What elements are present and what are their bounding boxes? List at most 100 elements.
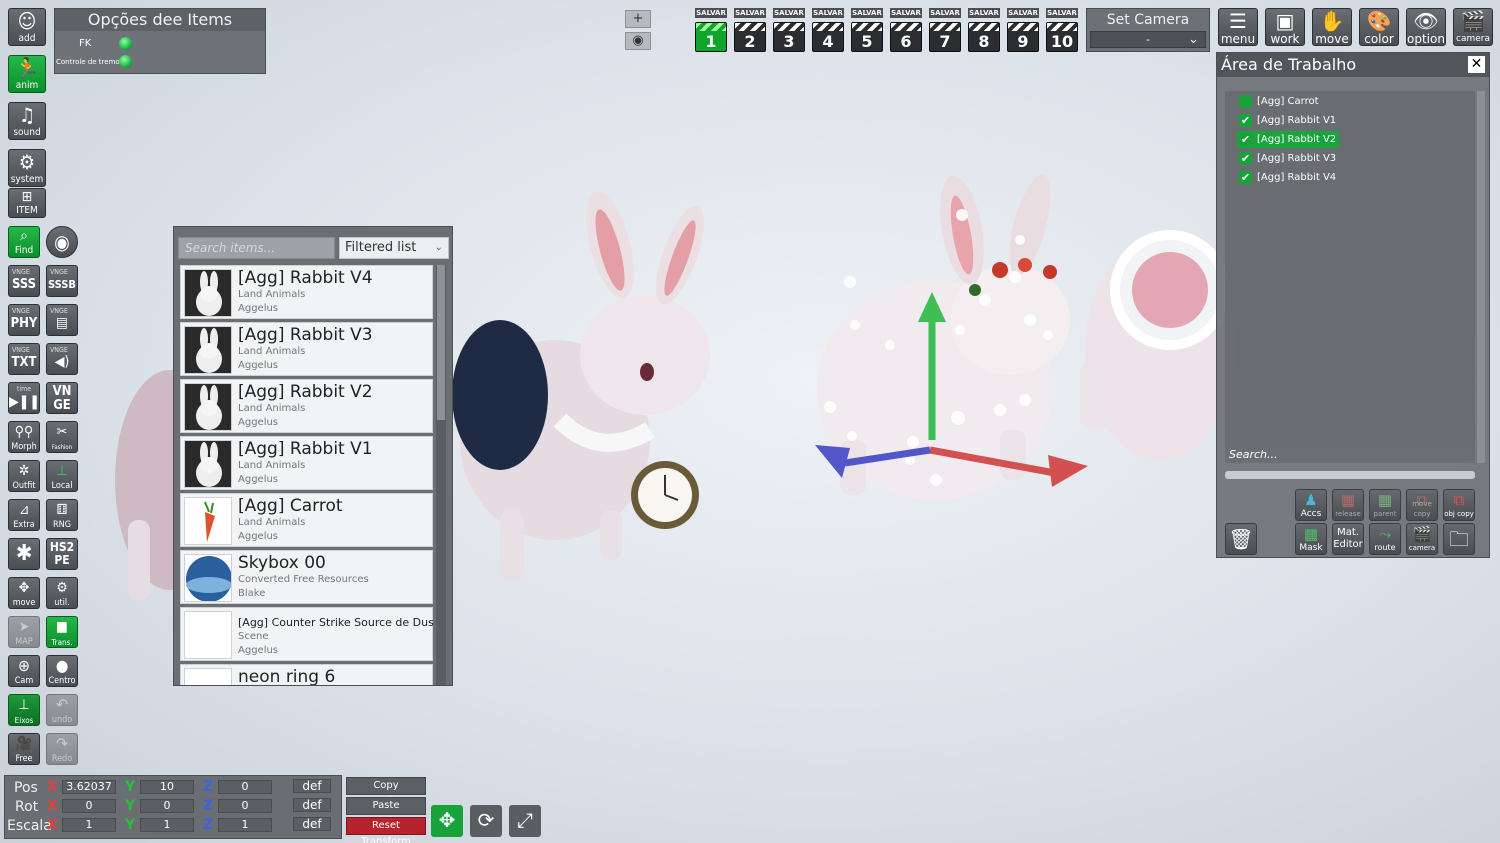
item-list-entry[interactable]: [Agg] Rabbit V1 Land Animals Aggelus: [180, 436, 433, 490]
free-camera-button[interactable]: 🎥 Free: [8, 733, 40, 765]
map-button[interactable]: ➤ MAP: [8, 616, 40, 648]
scene-slot-10[interactable]: SALVAR 10: [1046, 8, 1078, 52]
scale-y-field[interactable]: 1: [140, 818, 194, 832]
find-button[interactable]: ⌕ Find: [8, 226, 40, 258]
system-button[interactable]: ⚙ system: [8, 149, 46, 187]
eye-icon[interactable]: ◉: [625, 32, 651, 50]
rng-button[interactable]: ⚅ RNG: [46, 499, 78, 531]
color-button[interactable]: 🎨 color: [1359, 8, 1399, 46]
fashion-button[interactable]: ✂ Fashion: [46, 421, 78, 453]
ws-camera-button[interactable]: 🎬 camera: [1406, 523, 1438, 555]
outfit-button[interactable]: ✲ Outfit: [8, 460, 40, 492]
vnge-button[interactable]: VN GE: [46, 382, 78, 414]
checkmark-icon[interactable]: ✔: [1239, 133, 1252, 146]
scene-slot-2[interactable]: SALVAR 2: [734, 8, 766, 52]
workspace-horizontal-scrollbar[interactable]: [1225, 471, 1475, 479]
scene-slot-3[interactable]: SALVAR 3: [773, 8, 805, 52]
pos-y-field[interactable]: 10: [140, 780, 194, 794]
sound-button[interactable]: ♫ sound: [8, 102, 46, 140]
copy-transform-button[interactable]: Copy Transform: [346, 777, 426, 807]
fk-toggle[interactable]: [119, 37, 132, 50]
visibility-box[interactable]: [1239, 95, 1252, 108]
add-character-button[interactable]: ☺ add: [8, 8, 46, 46]
folder-button[interactable]: 🗀: [1443, 523, 1475, 555]
scene-slot-8[interactable]: SALVAR 8: [968, 8, 1000, 52]
vnge-audio-button[interactable]: VNGE ◀): [46, 343, 78, 375]
scene-slot-5[interactable]: SALVAR 5: [851, 8, 883, 52]
redo-button[interactable]: ↷ Redo: [46, 733, 78, 765]
item-search-input[interactable]: Search items...: [178, 237, 335, 259]
workspace-scrollbar[interactable]: [1477, 91, 1485, 463]
item-button[interactable]: ⊞ ITEM: [8, 188, 46, 218]
close-icon[interactable]: ✕: [1468, 56, 1485, 73]
workspace-item[interactable]: ✔ [Agg] Rabbit V1: [1237, 112, 1339, 129]
pos-z-field[interactable]: 0: [218, 780, 272, 794]
trans-button[interactable]: ■ Trans.: [46, 616, 78, 648]
release-button[interactable]: ▦ release: [1332, 489, 1364, 521]
cam-button[interactable]: ⊕ Cam: [8, 655, 40, 687]
anim-button[interactable]: 🏃 anim: [8, 55, 46, 93]
util-button[interactable]: ⚙ util.: [46, 577, 78, 609]
extra-button[interactable]: ⊿ Extra: [8, 499, 40, 531]
vnge-txt-button[interactable]: VNGE TXT: [8, 343, 40, 375]
vnge-book-button[interactable]: VNGE ▤: [46, 304, 78, 336]
item-list-entry[interactable]: [Agg] Counter Strike Source de Dust2 Scen…: [180, 607, 434, 661]
item-list-entry[interactable]: [Agg] Rabbit V4 Land Animals Aggelus: [180, 265, 433, 319]
pos-x-field[interactable]: 3.62037: [62, 780, 116, 794]
scale-gizmo-button[interactable]: ⤢: [509, 805, 541, 837]
workspace-item[interactable]: ✔ [Agg] Rabbit V2: [1237, 131, 1340, 148]
mask-button[interactable]: ▦ Mask: [1295, 523, 1327, 555]
camera-button[interactable]: 🎬 camera: [1453, 8, 1493, 46]
item-list-entry[interactable]: [Agg] Carrot Land Animals Aggelus: [180, 493, 433, 547]
obj-copy-button[interactable]: ⧉ obj copy: [1443, 489, 1475, 521]
workspace-search-input[interactable]: Search...: [1225, 447, 1475, 463]
workspace-item[interactable]: ✔ [Agg] Rabbit V4: [1237, 169, 1339, 186]
move-button[interactable]: ✋ move: [1312, 8, 1352, 46]
scene-slot-6[interactable]: SALVAR 6: [890, 8, 922, 52]
undo-button[interactable]: ↶ undo: [46, 694, 78, 726]
reset-transform-button[interactable]: Reset Transform: [346, 817, 426, 843]
scale-def-button[interactable]: def: [293, 817, 331, 831]
work-button[interactable]: ▣ work: [1265, 8, 1305, 46]
move-copy-button[interactable]: ⧉ move copy: [1406, 489, 1438, 521]
scale-x-field[interactable]: 1: [62, 818, 116, 832]
item-list-entry[interactable]: [Agg] Rabbit V3 Land Animals Aggelus: [180, 322, 433, 376]
local-button[interactable]: ⊥ Local: [46, 460, 78, 492]
option-button[interactable]: 👁 option: [1406, 8, 1446, 46]
vnge-sssb-button[interactable]: VNGE SSSB: [46, 265, 78, 297]
scene-slot-9[interactable]: SALVAR 9: [1007, 8, 1039, 52]
filter-dropdown[interactable]: Filtered list ⌄: [339, 237, 449, 259]
item-list-entry[interactable]: neon ring 6: [180, 664, 433, 685]
gear-flower-button[interactable]: ✱: [8, 538, 40, 570]
move-tool-button[interactable]: ✥ move: [8, 577, 40, 609]
item-list-entry[interactable]: Skybox 00 Converted Free Resources Blake: [180, 550, 433, 604]
set-camera-dropdown[interactable]: - ⌄: [1090, 31, 1206, 48]
item-list-scrollbar[interactable]: [436, 265, 446, 685]
checkmark-icon[interactable]: ✔: [1239, 152, 1252, 165]
add-view-button[interactable]: +: [625, 10, 651, 28]
paste-transform-button[interactable]: Paste Transform: [346, 797, 426, 827]
vnge-phy-button[interactable]: VNGE PHY: [8, 304, 40, 336]
hs2pe-button[interactable]: HS2 PE: [46, 538, 78, 570]
move-gizmo-button[interactable]: ✥: [431, 805, 463, 837]
rot-z-field[interactable]: 0: [218, 799, 272, 813]
centro-button[interactable]: ● Centro: [46, 655, 78, 687]
item-list-entry[interactable]: [Agg] Rabbit V2 Land Animals Aggelus: [180, 379, 433, 433]
rotate-gizmo-button[interactable]: ⟳: [470, 805, 502, 837]
route-button[interactable]: ⤳ route: [1369, 523, 1401, 555]
eixos-button[interactable]: ⊥ Eixos: [8, 694, 40, 726]
scene-slot-7[interactable]: SALVAR 7: [929, 8, 961, 52]
scene-slot-1[interactable]: SALVAR 1: [695, 8, 727, 52]
rot-y-field[interactable]: 0: [140, 799, 194, 813]
menu-button[interactable]: ☰ menu: [1218, 8, 1258, 46]
checkmark-icon[interactable]: ✔: [1239, 171, 1252, 184]
rot-x-field[interactable]: 0: [62, 799, 116, 813]
morph-button[interactable]: ⚲⚲ Morph: [8, 421, 40, 453]
pos-def-button[interactable]: def: [293, 779, 331, 793]
workspace-item[interactable]: [Agg] Carrot: [1237, 93, 1322, 110]
mat-editor-button[interactable]: Mat. Editor: [1332, 523, 1364, 555]
item-list-scroll-thumb[interactable]: [437, 265, 445, 420]
workspace-item[interactable]: ✔ [Agg] Rabbit V3: [1237, 150, 1339, 167]
delete-button[interactable]: 🗑: [1225, 523, 1257, 555]
parent-button[interactable]: ▦ parent: [1369, 489, 1401, 521]
